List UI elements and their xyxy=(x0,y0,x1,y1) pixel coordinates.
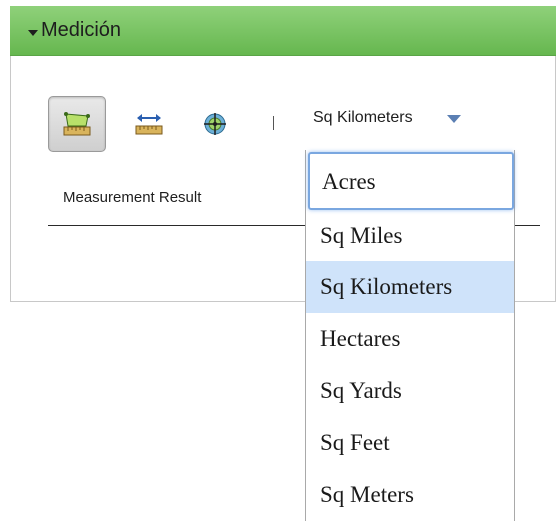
measurement-result-label: Measurement Result xyxy=(63,189,202,206)
unit-dropdown[interactable]: Acres Sq Miles Sq Kilometers Hectares Sq… xyxy=(305,150,515,521)
distance-measure-button[interactable] xyxy=(120,96,178,152)
unit-option-hectares[interactable]: Hectares xyxy=(306,314,514,364)
area-measure-button[interactable] xyxy=(48,96,106,152)
location-icon xyxy=(204,113,226,135)
unit-option-sq-meters[interactable]: Sq Meters xyxy=(306,470,514,520)
chevron-down-icon[interactable] xyxy=(447,115,461,123)
panel-title: Medición xyxy=(41,19,122,41)
unit-option-sq-yards[interactable]: Sq Yards xyxy=(306,366,514,416)
unit-option-sq-feet[interactable]: Sq Feet xyxy=(306,418,514,468)
unit-option-acres[interactable]: Acres xyxy=(308,152,514,210)
panel-header[interactable]: Medición xyxy=(10,6,556,56)
unit-option-sq-kilometers[interactable]: Sq Kilometers xyxy=(306,261,514,313)
location-button[interactable] xyxy=(186,96,244,152)
unit-option-sq-miles[interactable]: Sq Miles xyxy=(306,211,514,261)
distance-measure-icon xyxy=(135,114,163,135)
collapse-arrow-icon[interactable] xyxy=(28,30,38,36)
unit-select[interactable]: Sq Kilometers xyxy=(313,107,413,129)
toolbar-separator xyxy=(273,116,274,130)
area-measure-icon xyxy=(63,112,91,136)
